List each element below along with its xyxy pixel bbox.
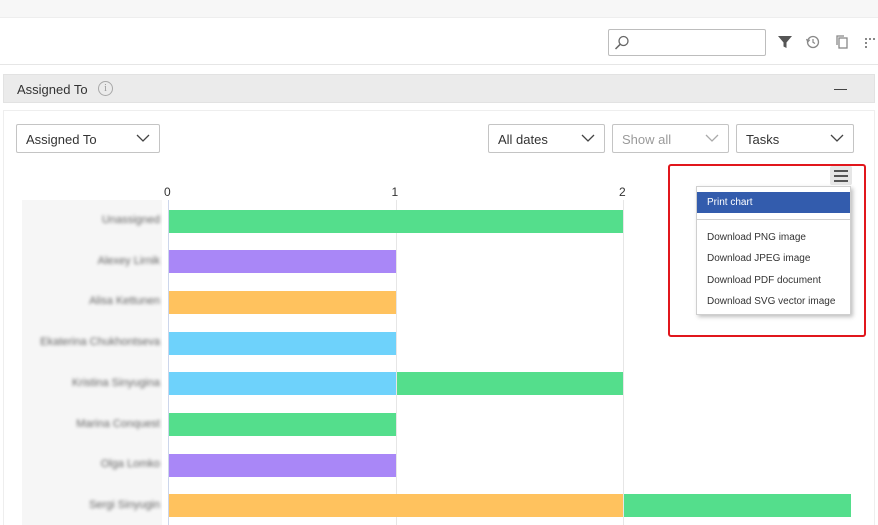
x-tick-label: 1 bbox=[391, 185, 399, 199]
bar-segment[interactable] bbox=[169, 413, 396, 436]
y-axis-category-label: Sergi Sinyugin bbox=[89, 498, 160, 511]
download-png-item[interactable]: Download PNG image bbox=[697, 227, 850, 248]
y-axis-category-label: Unassigned bbox=[101, 214, 160, 226]
print-chart-item[interactable]: Print chart bbox=[697, 192, 850, 213]
bar-segment[interactable] bbox=[169, 372, 396, 396]
export-menu: Print chart Download PNG image Download … bbox=[696, 186, 851, 315]
y-axis-category-label: Ekaterina Chukhontseva bbox=[40, 336, 160, 349]
bar-segment[interactable] bbox=[396, 372, 623, 396]
y-axis-category-label: Alisa Kettunen bbox=[89, 295, 160, 308]
gridline bbox=[395, 200, 397, 525]
y-axis-labels-area bbox=[22, 200, 162, 525]
bar-segment[interactable] bbox=[169, 209, 623, 233]
bar-segment[interactable] bbox=[169, 331, 396, 355]
bar-segment[interactable] bbox=[169, 250, 396, 274]
menu-separator bbox=[697, 219, 850, 220]
download-pdf-item[interactable]: Download PDF document bbox=[697, 270, 850, 291]
download-jpeg-item[interactable]: Download JPEG image bbox=[697, 248, 850, 269]
bar-segment[interactable] bbox=[169, 290, 396, 314]
gridline bbox=[623, 200, 624, 525]
bar-segment[interactable] bbox=[169, 494, 623, 518]
x-tick-label: 2 bbox=[619, 185, 626, 199]
y-axis-category-label: Olga Lomko bbox=[100, 458, 160, 471]
bar-segment[interactable] bbox=[169, 453, 396, 477]
download-svg-item[interactable]: Download SVG vector image bbox=[697, 291, 850, 312]
y-axis-category-label: Alexey Lirnik bbox=[97, 254, 160, 267]
y-axis-category-label: Marina Conquest bbox=[76, 417, 160, 430]
y-axis-category-label: Kristina Sinyugina bbox=[71, 376, 160, 389]
bar-segment[interactable] bbox=[624, 494, 851, 518]
x-tick-label: 0 bbox=[164, 185, 171, 199]
